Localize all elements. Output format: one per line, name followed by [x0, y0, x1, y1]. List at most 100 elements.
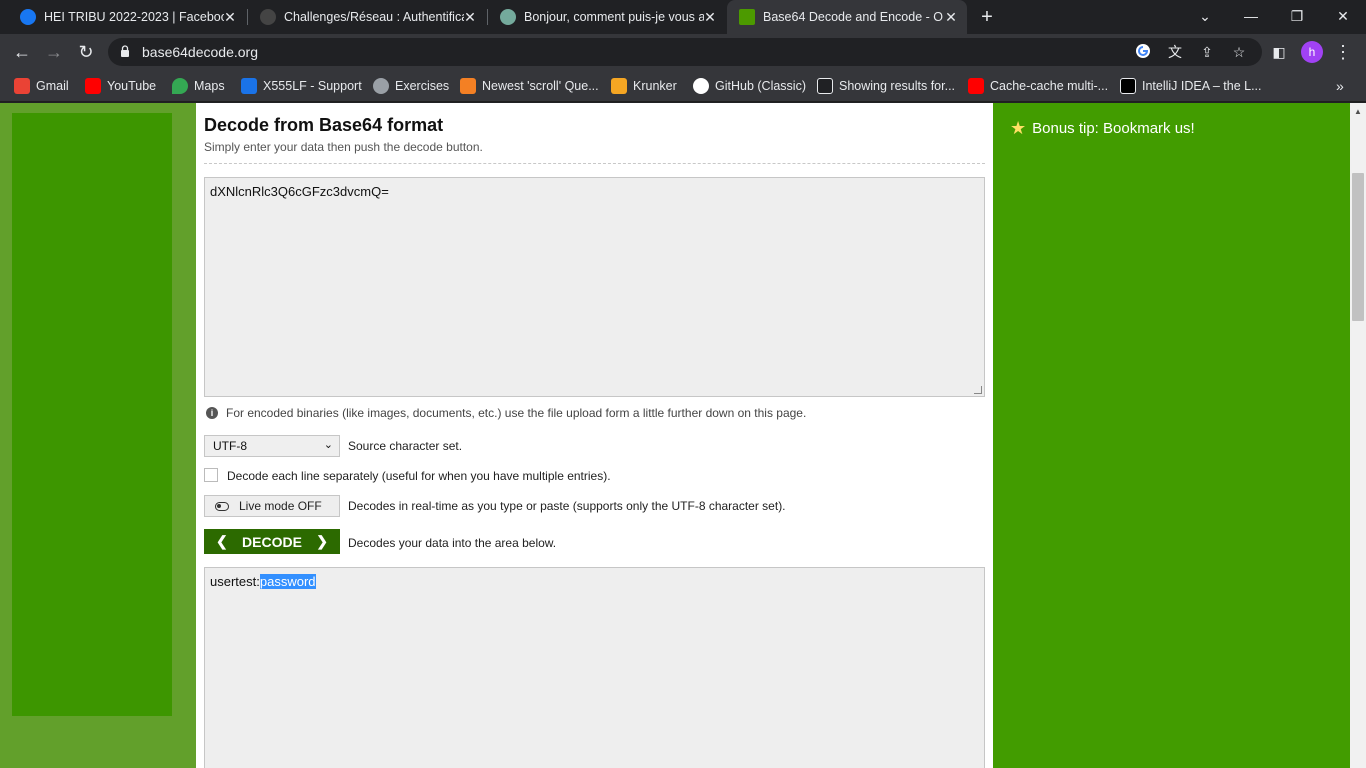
binaries-info: i For encoded binaries (like images, doc… — [206, 406, 806, 420]
krunker-icon — [611, 78, 627, 94]
bookmark-youtube[interactable]: YouTube — [85, 76, 156, 96]
profile-avatar[interactable]: h — [1301, 41, 1323, 63]
browser-toolbar: ← → ↻ base64decode.org 文 ⇪ ☆ ◧ h ⋮ — [0, 34, 1366, 70]
github-icon — [693, 78, 709, 94]
maps-pin-icon — [172, 78, 188, 94]
web-page: Decode from Base64 format Simply enter y… — [0, 103, 1366, 768]
decoded-output[interactable]: usertest:password — [204, 567, 985, 768]
lock-icon — [121, 45, 129, 57]
bookmark-maps[interactable]: Maps — [172, 76, 225, 96]
more-bookmarks-chevron-icon[interactable]: » — [1336, 76, 1344, 96]
new-tab-button[interactable]: + — [976, 6, 998, 28]
bookmark-label: Showing results for... — [839, 79, 956, 93]
page-subtitle: Simply enter your data then push the dec… — [204, 140, 483, 154]
bookmark-label: Maps — [194, 79, 225, 93]
root-me-icon — [260, 9, 276, 25]
bookmark-label: Cache-cache multi-... — [990, 79, 1109, 93]
bonus-tip: ★ Bonus tip: Bookmark us! — [1010, 118, 1195, 139]
back-arrow-icon[interactable]: ← — [10, 40, 34, 64]
bookmark-stackoverflow[interactable]: Newest 'scroll' Que... — [460, 76, 599, 96]
charset-select[interactable]: UTF-8 ⌄ — [204, 435, 340, 457]
divider — [204, 163, 985, 164]
close-icon[interactable]: ✕ — [462, 9, 478, 25]
output-selected-text[interactable]: password — [259, 574, 316, 589]
tab-title: HEI TRIBU 2022-2023 | Facebook — [44, 10, 224, 24]
bookmark-krunker[interactable]: Krunker — [611, 76, 677, 96]
close-icon[interactable]: ✕ — [943, 9, 959, 25]
chatgpt-icon — [500, 9, 516, 25]
background-pattern — [0, 103, 196, 768]
bookmark-label: IntelliJ IDEA – the L... — [1142, 79, 1262, 93]
bookmark-search-results[interactable]: Showing results for... — [817, 76, 955, 96]
info-text: For encoded binaries (like images, docum… — [226, 406, 807, 420]
close-icon[interactable]: ✕ — [222, 9, 238, 25]
star-icon: ★ — [1010, 118, 1027, 138]
page-scrollbar[interactable]: ▲ — [1350, 103, 1366, 768]
tab-base64[interactable]: Base64 Decode and Encode - On ✕ — [727, 0, 967, 34]
decode-lines-checkbox[interactable] — [204, 468, 218, 482]
bookmarks-bar: Gmail YouTube Maps X555LF - Support Exer… — [0, 70, 1366, 102]
reload-icon[interactable]: ↻ — [74, 40, 98, 64]
bookmark-label: X555LF - Support — [263, 79, 362, 93]
live-mode-label: Live mode OFF — [239, 499, 322, 513]
decoder-panel: Decode from Base64 format Simply enter y… — [196, 103, 993, 768]
charset-label: Source character set. — [348, 439, 463, 453]
bonus-tip-text: Bonus tip: Bookmark us! — [1032, 120, 1195, 137]
minimize-icon[interactable]: — — [1239, 4, 1263, 28]
scroll-up-arrow-icon[interactable]: ▲ — [1354, 107, 1362, 116]
nu-icon — [817, 78, 833, 94]
bookmark-label: Newest 'scroll' Que... — [482, 79, 599, 93]
globe-icon — [373, 78, 389, 94]
bookmark-label: YouTube — [107, 79, 157, 93]
gmail-icon — [14, 78, 30, 94]
info-icon: i — [206, 407, 218, 419]
chevron-right-icon: ❯ — [316, 533, 328, 549]
window-close-icon[interactable]: ✕ — [1331, 4, 1355, 28]
base64-icon — [739, 9, 755, 25]
address-bar[interactable]: base64decode.org 文 ⇪ ☆ — [108, 38, 1262, 66]
decode-button[interactable]: ❮ DECODE ❯ — [204, 529, 340, 554]
tab-title: Base64 Decode and Encode - On — [763, 10, 943, 24]
youtube-icon — [85, 78, 101, 94]
tab-strip: HEI TRIBU 2022-2023 | Facebook ✕ Challen… — [0, 0, 1366, 34]
close-icon[interactable]: ✕ — [702, 9, 718, 25]
decode-description: Decodes your data into the area below. — [348, 536, 557, 550]
bookmark-gmail[interactable]: Gmail — [14, 76, 69, 96]
menu-kebab-icon[interactable]: ⋮ — [1331, 40, 1355, 64]
intellij-icon — [1120, 78, 1136, 94]
google-icon[interactable] — [1134, 43, 1152, 61]
toggle-icon — [215, 501, 229, 511]
sidebar: ★ Bonus tip: Bookmark us! — [993, 103, 1350, 768]
bookmark-github[interactable]: GitHub (Classic) — [693, 76, 806, 96]
youtube-icon — [968, 78, 984, 94]
tab-title: Bonjour, comment puis-je vous a — [524, 10, 704, 24]
input-text: dXNlcnRlc3Q6cGFzc3dvcmQ= — [210, 184, 389, 199]
ad-space — [12, 113, 172, 716]
base64-input[interactable]: dXNlcnRlc3Q6cGFzc3dvcmQ= — [204, 177, 985, 397]
tab-search-icon[interactable]: ⌄ — [1193, 4, 1217, 28]
restore-icon[interactable]: ❐ — [1285, 4, 1309, 28]
side-panel-icon[interactable]: ◧ — [1267, 40, 1291, 64]
translate-icon[interactable]: 文 — [1166, 43, 1184, 61]
share-icon[interactable]: ⇪ — [1198, 43, 1216, 61]
bookmark-cache-cache[interactable]: Cache-cache multi-... — [968, 76, 1108, 96]
bookmark-exercises[interactable]: Exercises — [373, 76, 449, 96]
bookmark-intellij[interactable]: IntelliJ IDEA – the L... — [1120, 76, 1262, 96]
forward-arrow-icon[interactable]: → — [42, 40, 66, 64]
page-title: Decode from Base64 format — [204, 115, 444, 135]
bookmark-label: GitHub (Classic) — [715, 79, 806, 93]
resize-handle[interactable] — [974, 386, 982, 394]
chevron-down-icon: ⌄ — [323, 439, 333, 451]
tab-chatgpt[interactable]: Bonjour, comment puis-je vous a ✕ — [488, 0, 726, 34]
tab-root-me[interactable]: Challenges/Réseau : Authentificat ✕ — [248, 0, 486, 34]
live-mode-button[interactable]: Live mode OFF — [204, 495, 340, 517]
url-text: base64decode.org — [142, 44, 258, 60]
asus-icon — [241, 78, 257, 94]
bookmark-star-icon[interactable]: ☆ — [1230, 43, 1248, 61]
tab-facebook[interactable]: HEI TRIBU 2022-2023 | Facebook ✕ — [8, 0, 246, 34]
live-mode-description: Decodes in real-time as you type or past… — [348, 499, 786, 513]
scroll-thumb[interactable] — [1352, 173, 1364, 321]
bookmark-label: Exercises — [395, 79, 450, 93]
bookmark-asus-support[interactable]: X555LF - Support — [241, 76, 362, 96]
chevron-left-icon: ❮ — [216, 533, 228, 549]
